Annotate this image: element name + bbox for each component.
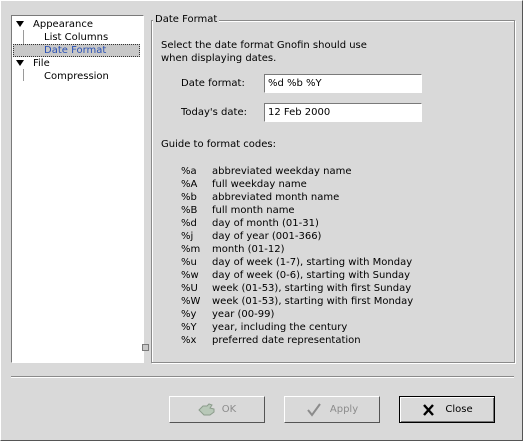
format-code: %j	[181, 231, 194, 242]
tree-item-label: File	[33, 58, 50, 69]
expand-triangle-icon[interactable]	[16, 60, 24, 66]
format-desc: full month name	[212, 205, 295, 216]
apply-button[interactable]: Apply	[284, 396, 380, 423]
format-code: %a	[181, 166, 197, 177]
format-desc: week (01-53), starting with first Sunday	[212, 283, 412, 294]
apply-button-label: Apply	[329, 403, 359, 415]
tree-item-label: Appearance	[33, 19, 94, 30]
date-format-label: Date format:	[181, 78, 245, 89]
format-code: %Y	[181, 322, 197, 333]
tree-item-label: List Columns	[44, 32, 109, 43]
ok-button-label: OK	[221, 403, 237, 415]
format-desc: day of week (1-7), starting with Monday	[212, 257, 413, 268]
format-desc: day of month (01-31)	[212, 218, 319, 229]
format-code: %u	[181, 257, 197, 268]
tree-item-list-columns[interactable]: List Columns	[44, 31, 108, 44]
button-separator	[11, 376, 514, 378]
format-desc: full weekday name	[212, 179, 307, 190]
format-desc: year (00-99)	[212, 309, 275, 320]
format-code: %A	[181, 179, 198, 190]
tree-item-label: Date Format	[44, 45, 107, 56]
format-desc: year, including the century	[212, 322, 348, 333]
preferences-dialog: Appearance List Columns Date Format File…	[0, 0, 523, 441]
format-code: %m	[181, 244, 201, 255]
format-code: %w	[181, 270, 199, 281]
splitter-handle[interactable]	[142, 344, 149, 351]
format-code: %d	[181, 218, 197, 229]
ok-button[interactable]: OK	[169, 396, 265, 423]
frame-title: Date Format	[153, 14, 220, 26]
date-format-input[interactable]	[264, 74, 422, 93]
format-code: %B	[181, 205, 198, 216]
pane-splitter[interactable]	[144, 15, 148, 363]
format-desc: abbreviated weekday name	[212, 166, 352, 177]
intro-text-line2: when displaying dates.	[161, 53, 277, 64]
checkmark-icon	[306, 402, 322, 417]
format-code: %U	[181, 283, 198, 294]
tree-item-date-format[interactable]: Date Format	[13, 44, 140, 57]
format-code: %W	[181, 296, 201, 307]
expand-triangle-icon[interactable]	[16, 21, 24, 27]
format-code: %x	[181, 335, 197, 346]
format-desc: abbreviated month name	[212, 192, 340, 203]
close-x-icon	[421, 403, 437, 417]
format-desc: month (01-12)	[212, 244, 285, 255]
format-desc: week (01-53), starting with first Monday	[212, 296, 414, 307]
format-desc: day of year (001-366)	[212, 231, 322, 242]
format-code: %y	[181, 309, 197, 320]
guide-title: Guide to format codes:	[161, 139, 276, 150]
tree-connector	[23, 69, 24, 81]
close-button[interactable]: Close	[399, 396, 495, 423]
todays-date-label: Today's date:	[181, 107, 247, 118]
tree-item-label: Compression	[44, 71, 109, 82]
category-tree[interactable]: Appearance List Columns Date Format File…	[11, 15, 144, 363]
ok-hand-icon	[198, 402, 215, 417]
format-desc: preferred date representation	[212, 335, 361, 346]
format-code: %b	[181, 192, 197, 203]
intro-text-line1: Select the date format Gnofin should use	[161, 40, 367, 51]
tree-item-compression[interactable]: Compression	[44, 70, 109, 83]
todays-date-field[interactable]	[264, 103, 422, 122]
format-desc: day of week (0-6), starting with Sunday	[212, 270, 411, 281]
close-button-label: Close	[445, 403, 473, 415]
